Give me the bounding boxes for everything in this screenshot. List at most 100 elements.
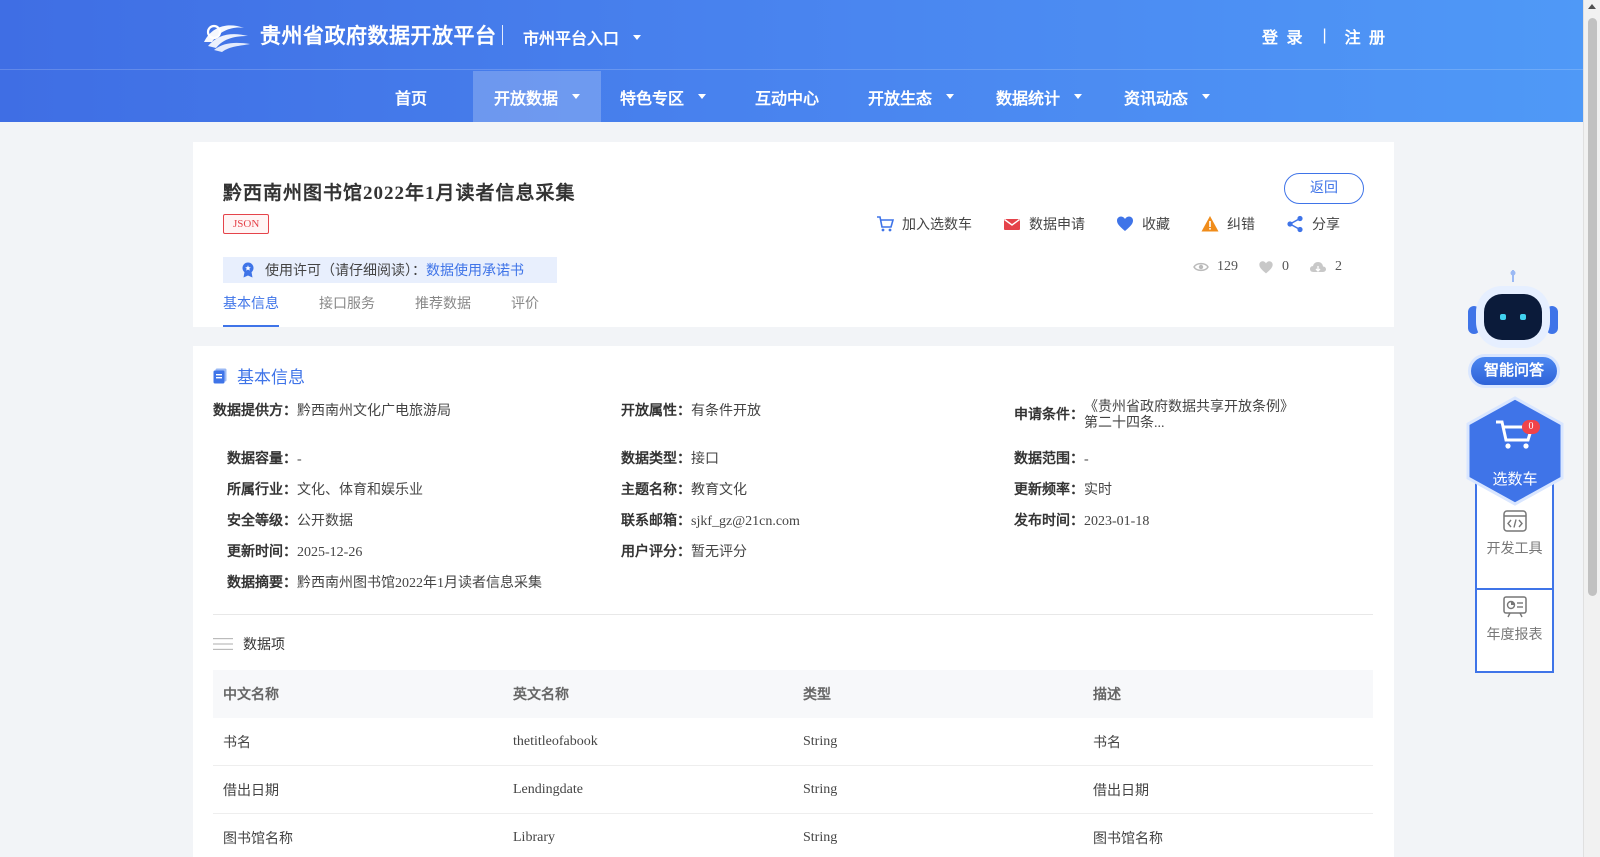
cloud-download-icon — [1310, 261, 1326, 272]
chevron-down-icon — [1074, 94, 1083, 99]
dataset-actions: 加入选数车 数据申请 收藏 纠错 分享 — [876, 214, 1371, 234]
capacity-value: - — [297, 452, 302, 467]
dataset-title: 黔西南州图书馆2022年1月读者信息采集 — [223, 183, 576, 204]
nav-home[interactable]: 首页 — [395, 71, 455, 122]
share-button[interactable]: 分享 — [1286, 214, 1340, 234]
nav-interaction-label: 互动中心 — [755, 90, 820, 108]
nav-news[interactable]: 资讯动态 — [1124, 71, 1211, 122]
nav-open-data[interactable]: 开放数据 — [473, 71, 601, 122]
table-cell: Lendingdate — [513, 781, 583, 797]
report-icon — [1502, 596, 1527, 618]
format-tag: JSON — [223, 214, 270, 234]
table-cell: String — [803, 733, 838, 749]
open-attr-field: 开放属性：有条件开放 — [621, 400, 761, 420]
smart-qa-button[interactable]: 智能问答 — [1468, 354, 1560, 388]
report-error-button[interactable]: 纠错 — [1201, 214, 1255, 234]
column-header: 描述 — [1093, 688, 1121, 703]
summary-field: 数据摘要：黔西南州图书馆2022年1月读者信息采集 — [227, 572, 542, 592]
selection-cart-button[interactable] — [1466, 396, 1564, 506]
table-cell: String — [803, 829, 838, 845]
license-link[interactable]: 数据使用承诺书 — [426, 260, 524, 280]
table-cell: 图书馆名称 — [1093, 831, 1163, 847]
basic-info-heading: 基本信息 — [213, 363, 305, 388]
publish-label: 发布时间： — [1014, 514, 1084, 529]
site-title[interactable]: 贵州省政府数据开放平台 — [260, 20, 497, 50]
publish-value: 2023-01-18 — [1084, 514, 1150, 529]
login-link[interactable]: 登 录 — [1262, 24, 1304, 48]
chevron-down-icon — [946, 94, 955, 99]
nav-feature-zone[interactable]: 特色专区 — [620, 71, 707, 122]
open-attr-label: 开放属性： — [621, 404, 691, 419]
auth-separator: | — [1322, 27, 1327, 44]
data-apply-button[interactable]: 数据申请 — [1003, 214, 1085, 234]
nav-statistics-label: 数据统计 — [996, 90, 1061, 108]
nav-interaction[interactable]: 互动中心 — [755, 71, 819, 122]
nav-statistics[interactable]: 数据统计 — [996, 71, 1083, 122]
updated-value: 2025-12-26 — [297, 545, 363, 560]
apply-condition-label: 申请条件： — [1014, 408, 1084, 423]
downloads-stat: 2 — [1309, 259, 1342, 275]
dataset-tabs: 基本信息 接口服务 推荐数据 评价 — [223, 287, 579, 327]
chevron-down-icon — [1202, 94, 1211, 99]
apply-condition-value: 《贵州省政府数据共享开放条例》第二十四条... — [1084, 400, 1294, 431]
page-scrollbar[interactable] — [1583, 0, 1600, 857]
topic-label: 主题名称： — [621, 483, 691, 498]
tab-basic-info[interactable]: 基本信息 — [223, 287, 279, 327]
dev-tools-label: 开发工具 — [1486, 542, 1543, 557]
license-label: 使用许可（请仔细阅读）： — [265, 264, 426, 279]
table-cell: 书名 — [223, 735, 251, 751]
score-field: 用户评分：暂无评分 — [621, 541, 747, 561]
industry-field: 所属行业：文化、体育和娱乐业 — [227, 479, 423, 499]
tools-divider — [1477, 588, 1552, 590]
range-value: - — [1084, 452, 1089, 467]
dataset-header-card: 黔西南州图书馆2022年1月读者信息采集 JSON 返回 加入选数车 数据申请 … — [193, 142, 1394, 327]
heart-icon — [1117, 216, 1133, 231]
table-cell: 书名 — [1093, 735, 1121, 751]
views-stat: 129 — [1193, 259, 1238, 275]
list-icon — [213, 638, 233, 650]
platform-logo-icon[interactable] — [200, 16, 252, 52]
mail-icon — [1004, 218, 1020, 230]
scrollbar-thumb[interactable] — [1588, 18, 1597, 596]
cart-icon — [877, 216, 894, 232]
type-value: 接口 — [691, 452, 719, 467]
robot-assistant-icon[interactable] — [1468, 270, 1558, 356]
register-link[interactable]: 注 册 — [1345, 24, 1387, 48]
updated-label: 更新时间： — [227, 545, 297, 560]
data-apply-label: 数据申请 — [1029, 218, 1085, 233]
nav-open-data-label: 开放数据 — [493, 90, 558, 108]
publish-field: 发布时间：2023-01-18 — [1014, 510, 1149, 530]
table-row: 书名 thetitleofabook String 书名 — [213, 718, 1373, 766]
auth-links: 登 录 | 注 册 — [1262, 24, 1387, 48]
table-cell: String — [803, 781, 838, 797]
tab-rating[interactable]: 评价 — [511, 287, 539, 327]
back-button[interactable]: 返回 — [1284, 173, 1364, 204]
capacity-label: 数据容量： — [227, 452, 297, 467]
dev-tools-button[interactable]: 开发工具 — [1477, 510, 1552, 590]
scroll-up-arrow-icon[interactable] — [1588, 4, 1596, 9]
table-row: 借出日期 Lendingdate String 借出日期 — [213, 766, 1373, 814]
nav-feature-zone-label: 特色专区 — [620, 90, 685, 108]
topic-field: 主题名称：教育文化 — [621, 479, 747, 499]
annual-report-button[interactable]: 年度报表 — [1477, 596, 1552, 676]
nav-ecology[interactable]: 开放生态 — [868, 71, 955, 122]
add-to-cart-label: 加入选数车 — [902, 218, 972, 233]
apply-condition-field: 申请条件： 《贵州省政府数据共享开放条例》第二十四条... — [1014, 400, 1294, 432]
share-label: 分享 — [1312, 218, 1340, 233]
award-icon — [242, 262, 254, 278]
table-header: 中文名称 英文名称 类型 描述 — [213, 670, 1373, 718]
add-to-cart-button[interactable]: 加入选数车 — [876, 214, 972, 234]
city-entry-dropdown[interactable]: 市州平台入口 — [523, 25, 642, 49]
annual-report-label: 年度报表 — [1486, 628, 1543, 643]
security-field: 安全等级：公开数据 — [227, 510, 353, 530]
frequency-field: 更新频率：实时 — [1014, 479, 1112, 499]
favorite-button[interactable]: 收藏 — [1116, 214, 1170, 234]
email-label: 联系邮箱： — [621, 514, 691, 529]
email-field: 联系邮箱：sjkf_gz@21cn.com — [621, 510, 800, 530]
industry-value: 文化、体育和娱乐业 — [297, 483, 423, 498]
tab-recommended-data[interactable]: 推荐数据 — [415, 287, 471, 327]
range-label: 数据范围： — [1014, 452, 1084, 467]
section-divider — [213, 614, 1373, 615]
chevron-down-icon — [572, 94, 580, 99]
tab-api-service[interactable]: 接口服务 — [319, 287, 375, 327]
